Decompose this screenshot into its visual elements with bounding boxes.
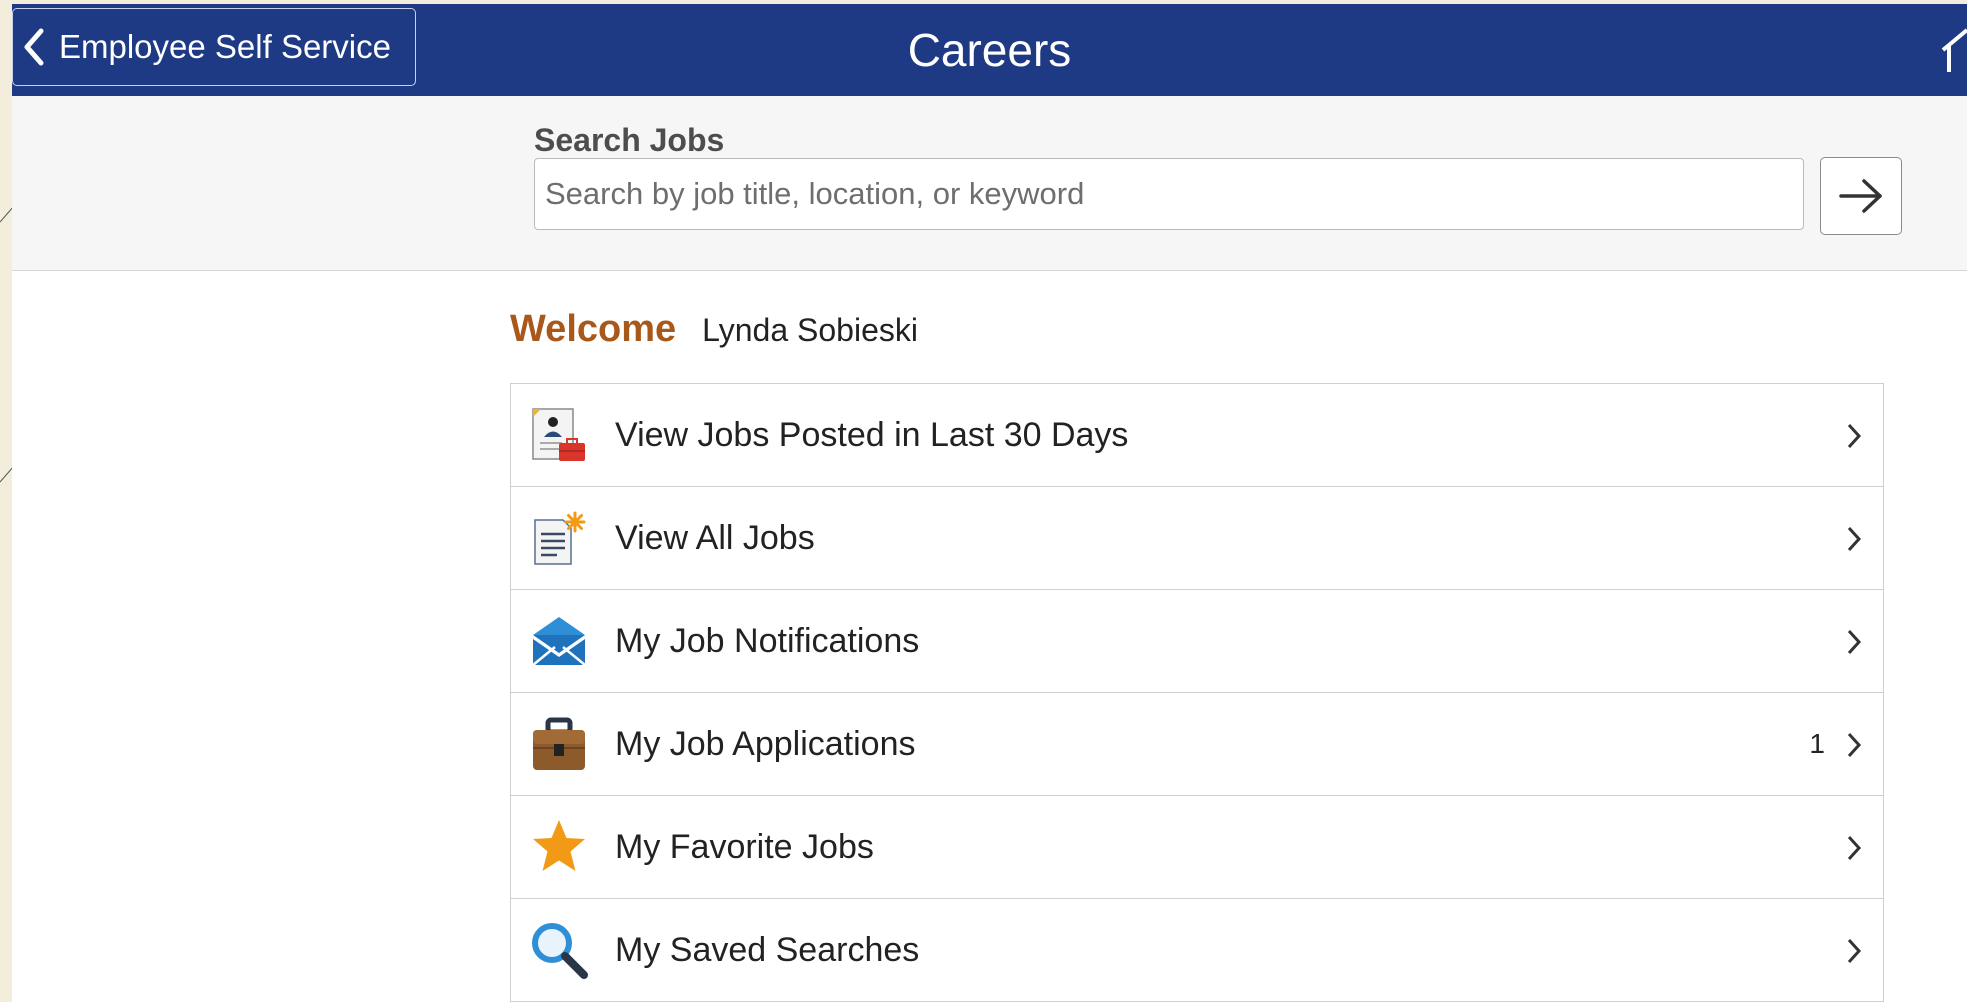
chevron-right-icon [1847,526,1862,552]
menu-item-job-applications[interactable]: My Job Applications 1 [511,693,1883,796]
careers-menu-list: View Jobs Posted in Last 30 Days View Al… [510,383,1884,1002]
job-list-icon [529,508,589,568]
menu-item-saved-searches[interactable]: My Saved Searches [511,899,1883,1002]
envelope-icon [529,611,589,671]
menu-item-label: My Job Notifications [615,621,920,660]
menu-item-label: View All Jobs [615,518,815,557]
welcome-line: Welcome Lynda Sobieski [510,308,918,351]
chevron-right-icon [1847,629,1862,655]
user-name: Lynda Sobieski [702,312,918,348]
careers-page: Careers Employee Self Service Search Job… [12,4,1967,1002]
welcome-greeting: Welcome [510,308,677,350]
chevron-right-icon [1847,732,1862,758]
menu-item-jobs-last-30-days[interactable]: View Jobs Posted in Last 30 Days [511,384,1883,487]
application-count-badge: 1 [1809,728,1825,759]
chevron-left-icon [24,28,44,66]
arrow-right-icon [1839,179,1882,213]
back-button[interactable]: Employee Self Service [12,8,416,86]
search-submit-button[interactable] [1820,157,1902,235]
menu-item-label: My Saved Searches [615,930,920,969]
page-header: Careers Employee Self Service [12,4,1967,96]
briefcase-icon [529,714,589,774]
search-input[interactable] [534,158,1804,230]
search-label: Search Jobs [534,122,725,158]
chevron-right-icon [1847,423,1862,449]
menu-item-label: View Jobs Posted in Last 30 Days [615,415,1129,454]
menu-item-job-notifications[interactable]: My Job Notifications [511,590,1883,693]
home-icon[interactable] [1941,28,1967,72]
menu-item-label: My Favorite Jobs [615,827,874,866]
search-section: Search Jobs [12,96,1967,271]
magnifier-icon [529,920,589,980]
job-posting-icon [529,405,589,465]
chevron-right-icon [1847,938,1862,964]
menu-item-all-jobs[interactable]: View All Jobs [511,487,1883,590]
star-icon [529,817,589,877]
menu-item-favorite-jobs[interactable]: My Favorite Jobs [511,796,1883,899]
menu-item-label: My Job Applications [615,724,916,763]
chevron-right-icon [1847,835,1862,861]
back-button-label: Employee Self Service [59,28,391,65]
